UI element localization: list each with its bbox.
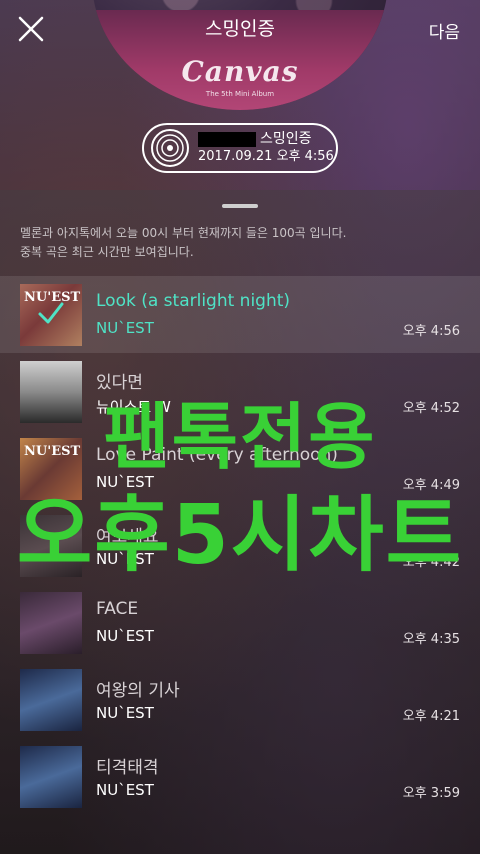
song-row-bickering[interactable]: 티격태격 NU`EST 오후 3:59 bbox=[0, 738, 480, 815]
song-title: 여왕의 기사 bbox=[96, 681, 180, 701]
song-artist: NU`EST bbox=[96, 704, 154, 722]
album-subtitle: The 5th Mini Album bbox=[205, 90, 275, 98]
streaming-verify-badge: 스밍인증 2017.09.21 오후 4:56 bbox=[142, 123, 338, 173]
song-artist: NU`EST bbox=[96, 473, 154, 491]
song-time: 오후 4:49 bbox=[402, 478, 460, 493]
info-line-1: 멜론과 아지톡에서 오늘 00시 부터 현재까지 들은 100곡 입니다. bbox=[20, 226, 347, 240]
verify-datetime: 2017.09.21 오후 4:56 bbox=[198, 149, 334, 164]
song-time: 오후 4:35 bbox=[402, 632, 460, 647]
verify-label: 스밍인증 bbox=[260, 131, 312, 147]
song-title: 여보세요 bbox=[96, 527, 159, 547]
song-row-look[interactable]: NU'EST Look (a starlight night) NU`EST 오… bbox=[0, 276, 480, 353]
song-artist: NU`EST bbox=[96, 319, 154, 337]
album-thumbnail bbox=[20, 746, 82, 808]
song-artist: NU`EST bbox=[96, 627, 154, 645]
song-artist: NU`EST bbox=[96, 781, 154, 799]
song-title: FACE bbox=[96, 599, 139, 619]
redacted-username bbox=[198, 131, 256, 147]
song-row-hello[interactable]: 여보세요 NU`EST 오후 4:42 bbox=[0, 507, 480, 584]
album-thumbnail: NU'EST bbox=[20, 284, 82, 346]
album-art: 스밍인증 Canvas The 5th Mini Album bbox=[92, 0, 388, 110]
album-thumbnail bbox=[20, 515, 82, 577]
vinyl-disc-icon bbox=[151, 129, 189, 167]
song-row-queens-knight[interactable]: 여왕의 기사 NU`EST 오후 4:21 bbox=[0, 661, 480, 738]
close-icon bbox=[18, 16, 44, 42]
song-time: 오후 4:52 bbox=[402, 401, 460, 416]
song-list: NU'EST Look (a starlight night) NU`EST 오… bbox=[0, 276, 480, 815]
next-button[interactable]: 다음 bbox=[429, 18, 460, 43]
album-name: Canvas bbox=[181, 55, 299, 88]
song-row-face[interactable]: FACE NU`EST 오후 4:35 bbox=[0, 584, 480, 661]
song-time: 오후 3:59 bbox=[402, 786, 460, 801]
info-line-2: 중복 곡은 최근 시간만 보여집니다. bbox=[20, 245, 194, 259]
album-thumbnail bbox=[20, 592, 82, 654]
check-icon bbox=[38, 302, 64, 324]
song-title: Look (a starlight night) bbox=[96, 291, 291, 311]
album-thumbnail bbox=[20, 669, 82, 731]
song-title: 티격태격 bbox=[96, 758, 159, 778]
song-row-love-paint[interactable]: NU'EST Love Paint (every afternoon) NU`E… bbox=[0, 430, 480, 507]
song-time: 오후 4:56 bbox=[402, 324, 460, 339]
album-thumbnail: NU'EST bbox=[20, 438, 82, 500]
drag-handle[interactable] bbox=[222, 204, 258, 208]
close-button[interactable] bbox=[14, 12, 48, 46]
thumbnail-label: NU'EST bbox=[24, 444, 81, 459]
song-row-if[interactable]: 있다면 뉴이스트 W 오후 4:52 bbox=[0, 353, 480, 430]
history-info: 멜론과 아지톡에서 오늘 00시 부터 현재까지 들은 100곡 입니다. 중복… bbox=[20, 224, 460, 262]
history-panel: 멜론과 아지톡에서 오늘 00시 부터 현재까지 들은 100곡 입니다. 중복… bbox=[0, 190, 480, 854]
album-overlay-title: 스밍인증 bbox=[205, 18, 275, 40]
song-time: 오후 4:21 bbox=[402, 709, 460, 724]
song-artist: NU`EST bbox=[96, 550, 154, 568]
header: 스밍인증 Canvas The 5th Mini Album 다음 스밍인증 2… bbox=[0, 0, 480, 190]
song-time: 오후 4:42 bbox=[402, 555, 460, 570]
song-title: Love Paint (every afternoon) bbox=[96, 445, 338, 465]
song-artist: 뉴이스트 W bbox=[96, 398, 171, 416]
album-thumbnail bbox=[20, 361, 82, 423]
song-title: 있다면 bbox=[96, 373, 143, 393]
